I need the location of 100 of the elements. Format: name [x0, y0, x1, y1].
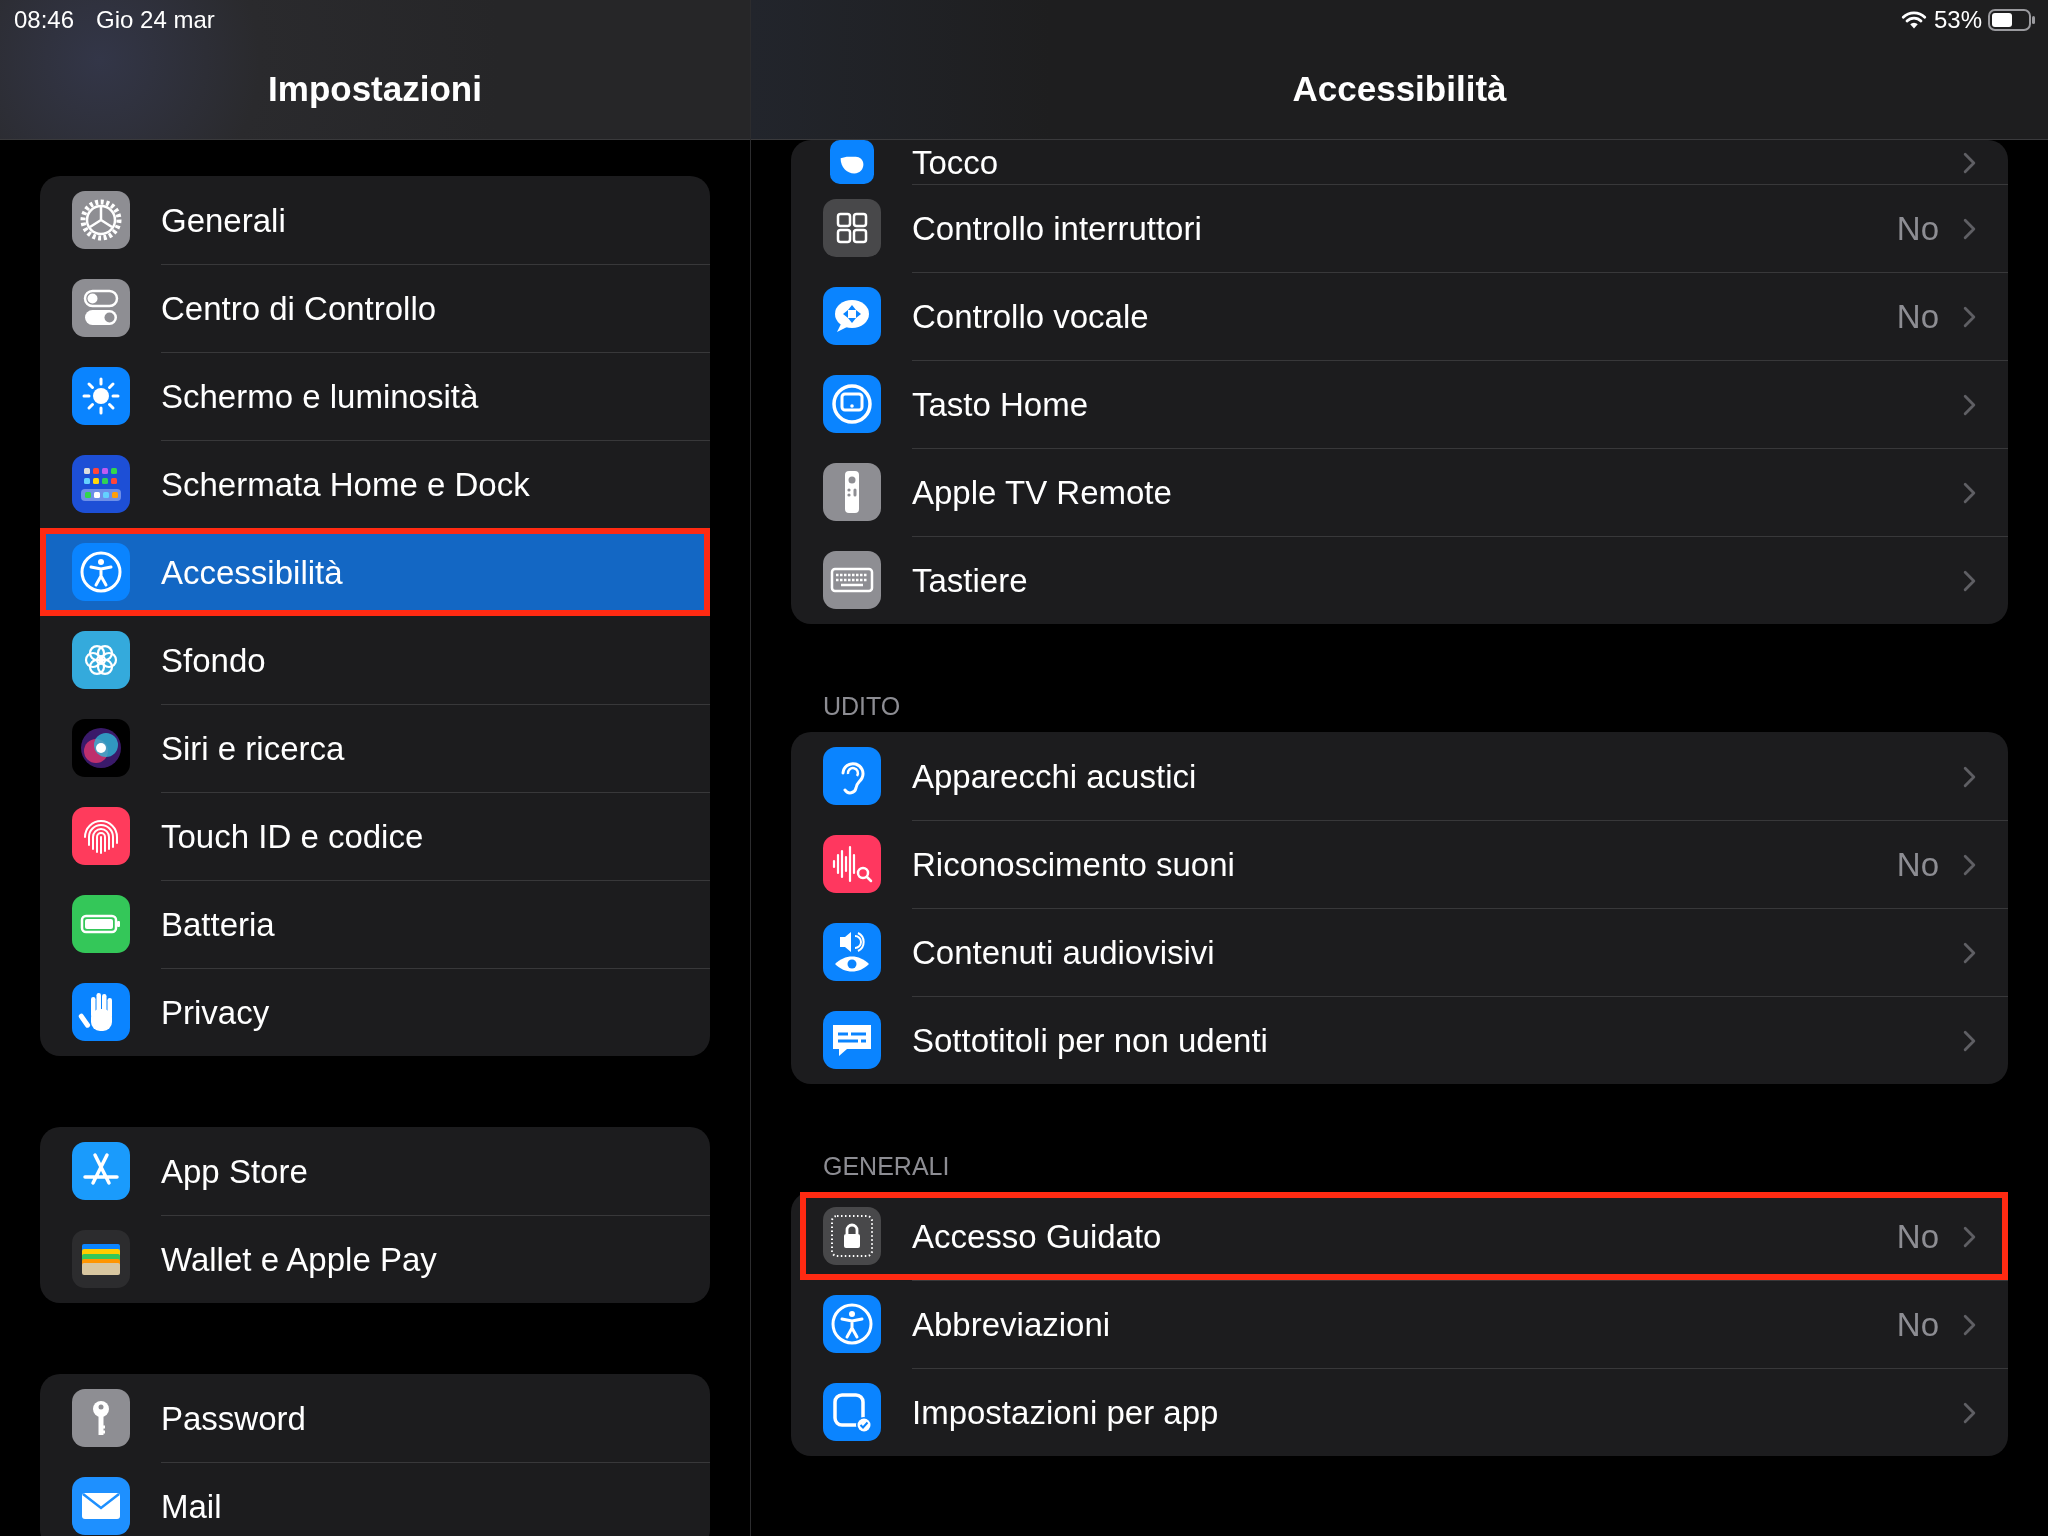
row-value: No [1896, 845, 1939, 884]
row-label: Riconoscimento suoni [912, 845, 1236, 884]
settings-row[interactable]: Controllo vocale No [791, 272, 2008, 360]
chevron-icon [1963, 217, 1976, 240]
row-label: App Store [161, 1152, 309, 1191]
settings-row[interactable]: Schermo e luminosità [40, 352, 710, 440]
accessibility-icon [72, 543, 130, 601]
settings-row[interactable]: Accesso Guidato No [791, 1192, 2008, 1280]
settings-row[interactable]: Tasto Home [791, 360, 2008, 448]
speech-bubble-icon [823, 287, 881, 345]
row-label: Generali [161, 201, 287, 240]
row-value: No [1896, 1217, 1939, 1256]
settings-row[interactable]: Controllo interruttori No [791, 184, 2008, 272]
settings-row[interactable]: Sottotitoli per non udenti [791, 996, 2008, 1084]
settings-row[interactable]: Schermata Home e Dock [40, 440, 710, 528]
settings-row[interactable]: Centro di Controllo [40, 264, 710, 352]
chevron-icon [1963, 151, 1976, 174]
settings-row[interactable]: Password [40, 1374, 710, 1462]
chevron-icon [1963, 765, 1976, 788]
settings-row[interactable]: Mail [40, 1462, 710, 1536]
row-label: Centro di Controllo [161, 289, 438, 328]
chevron-icon [1963, 1401, 1976, 1424]
settings-row[interactable]: App Store [40, 1127, 710, 1215]
lock-icon [823, 1207, 881, 1265]
chevron-icon [1963, 853, 1976, 876]
keyboard-icon [823, 551, 881, 609]
row-label: Touch ID e codice [161, 817, 425, 856]
status-date: Gio 24 mar [96, 6, 215, 34]
battery-icon [72, 895, 130, 953]
settings-row[interactable]: Privacy [40, 968, 710, 1056]
toggles-icon [72, 279, 130, 337]
row-label: Tocco [912, 143, 1000, 182]
row-label: Batteria [161, 905, 276, 944]
chevron-icon [1963, 1313, 1976, 1336]
row-label: Controllo interruttori [912, 209, 1203, 248]
chevron-icon [1963, 481, 1976, 504]
row-value: No [1896, 1305, 1939, 1344]
waveform-icon [823, 835, 881, 893]
row-label: Controllo vocale [912, 297, 1150, 336]
ear-icon [823, 747, 881, 805]
grid-icon [823, 199, 881, 257]
row-label: Password [161, 1399, 307, 1438]
accessibility-icon [823, 1295, 881, 1353]
section-header: GENERALI [822, 1151, 951, 1182]
row-label: Accessibilità [161, 553, 344, 592]
settings-row[interactable]: Batteria [40, 880, 710, 968]
wifi-icon [1899, 9, 1928, 31]
row-label: Sottotitoli per non udenti [912, 1021, 1269, 1060]
settings-row[interactable]: Apparecchi acustici [791, 732, 2008, 820]
wallet-icon [72, 1230, 130, 1288]
settings-row[interactable]: Abbreviazioni No [791, 1280, 2008, 1368]
settings-row[interactable]: Accessibilità [40, 528, 710, 616]
row-label: Mail [161, 1487, 223, 1526]
hand-icon [72, 983, 130, 1041]
fingerprint-icon [72, 807, 130, 865]
chevron-icon [1963, 1225, 1976, 1248]
settings-row[interactable]: Sfondo [40, 616, 710, 704]
row-label: Tastiere [912, 561, 1029, 600]
row-label: Apple TV Remote [912, 473, 1173, 512]
app-check-icon [823, 1383, 881, 1441]
settings-row[interactable]: Touch ID e codice [40, 792, 710, 880]
app-store-icon [72, 1142, 130, 1200]
remote-icon [823, 463, 881, 521]
row-value: No [1896, 209, 1939, 248]
section-header: UDITO [822, 691, 902, 722]
settings-row[interactable]: Siri e ricerca [40, 704, 710, 792]
sun-icon [72, 367, 130, 425]
chevron-icon [1963, 569, 1976, 592]
app-grid-icon [72, 455, 130, 513]
row-label: Privacy [161, 993, 271, 1032]
row-label: Abbreviazioni [912, 1305, 1112, 1344]
row-label: Contenuti audiovisivi [912, 933, 1216, 972]
speaker-eye-icon [823, 923, 881, 981]
settings-row[interactable]: Contenuti audiovisivi [791, 908, 2008, 996]
gear-icon [72, 191, 130, 249]
row-label: Accesso Guidato [912, 1217, 1163, 1256]
chevron-icon [1963, 1029, 1976, 1052]
orb-icon [72, 719, 130, 777]
row-label: Tasto Home [912, 385, 1090, 424]
settings-row[interactable]: Tocco [791, 140, 2008, 184]
row-label: Impostazioni per app [912, 1393, 1220, 1432]
settings-row[interactable]: Wallet e Apple Pay [40, 1215, 710, 1303]
key-icon [72, 1389, 130, 1447]
row-label: Wallet e Apple Pay [161, 1240, 438, 1279]
captions-icon [823, 1011, 881, 1069]
settings-row[interactable]: Tastiere [791, 536, 2008, 624]
settings-row[interactable]: Generali [40, 176, 710, 264]
row-label: Schermo e luminosità [161, 377, 480, 416]
home-button-icon [823, 375, 881, 433]
settings-row[interactable]: Apple TV Remote [791, 448, 2008, 536]
row-label: Sfondo [161, 641, 267, 680]
row-label: Siri e ricerca [161, 729, 346, 768]
sidebar-title: Impostazioni [268, 69, 482, 109]
chevron-icon [1963, 941, 1976, 964]
settings-row[interactable]: Riconoscimento suoni No [791, 820, 2008, 908]
chevron-icon [1963, 305, 1976, 328]
envelope-icon [72, 1477, 130, 1535]
chevron-icon [1963, 393, 1976, 416]
settings-row[interactable]: Impostazioni per app [791, 1368, 2008, 1456]
battery-percent: 53% [1933, 6, 1982, 34]
